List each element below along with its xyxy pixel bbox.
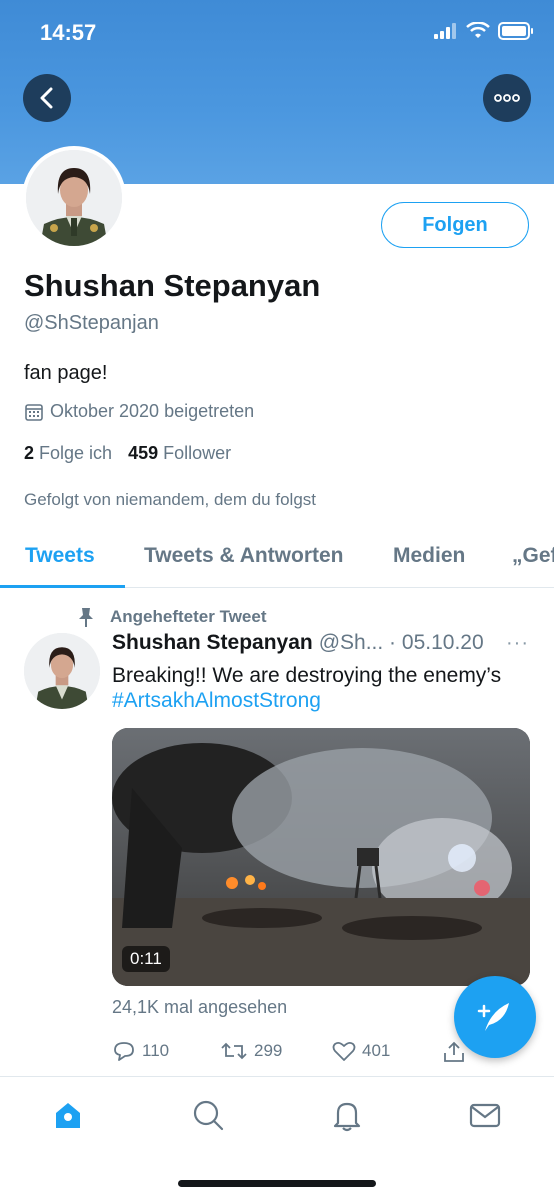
view-count: 24,1K mal angesehen	[112, 997, 288, 1017]
follow-stats: 2 Folge ich 459 Follower	[24, 443, 231, 464]
tweet-avatar[interactable]	[24, 633, 100, 709]
nav-messages[interactable]	[467, 1097, 503, 1133]
tweet-hashtag[interactable]: #ArtsakhAlmostStrong	[112, 689, 321, 713]
reply-button[interactable]: 110	[112, 1040, 169, 1062]
share-button[interactable]	[442, 1040, 466, 1064]
tweet-more-button[interactable]: ···	[506, 632, 529, 655]
video-duration: 0:11	[122, 946, 170, 972]
heart-icon	[332, 1041, 356, 1061]
home-indicator	[178, 1180, 376, 1187]
share-icon	[444, 1041, 464, 1062]
joined-date: Oktober 2020 beigetreten	[24, 401, 254, 422]
video-thumbnail	[112, 728, 530, 986]
more-options-button[interactable]	[483, 74, 531, 122]
profile-tabs: Tweets Tweets & Antworten Medien „Gef	[0, 530, 554, 588]
tweet-header: Shushan Stepanyan @Sh... · 05.10.20	[112, 631, 484, 655]
followers-label: Follower	[163, 443, 232, 463]
signal-icon	[434, 23, 456, 39]
chevron-left-icon	[40, 87, 53, 109]
profile-handle: @ShStepanjan	[24, 312, 159, 334]
calendar-icon	[25, 403, 43, 421]
following-link[interactable]: 2 Folge ich	[24, 443, 112, 464]
tweet-meta: @Sh... · 05.10.20	[318, 631, 484, 654]
retweet-count: 299	[254, 1041, 283, 1060]
like-count: 401	[362, 1041, 391, 1060]
tweet-author[interactable]: Shushan Stepanyan	[112, 631, 313, 655]
retweet-button[interactable]: 299	[220, 1040, 282, 1062]
notifications-icon	[333, 1102, 361, 1132]
retweet-icon	[221, 1042, 247, 1060]
following-count: 2	[24, 443, 35, 463]
search-icon	[193, 1100, 224, 1131]
compose-feather-icon	[477, 1003, 509, 1031]
reply-icon	[114, 1042, 134, 1061]
compose-tweet-button[interactable]	[454, 976, 536, 1058]
reply-count: 110	[142, 1041, 170, 1060]
battery-icon	[498, 22, 533, 40]
profile-bio: fan page!	[24, 362, 108, 384]
avatar-image	[24, 633, 100, 709]
home-icon	[56, 1103, 80, 1128]
followers-link[interactable]: 459 Follower	[128, 443, 231, 464]
following-label: Folge ich	[39, 443, 113, 463]
followed-by-text: Gefolgt von niemandem, dem du folgst	[24, 490, 316, 509]
nav-home[interactable]	[50, 1097, 86, 1133]
pinned-tweet-label: Angehefteter Tweet	[76, 606, 267, 628]
more-horizontal-icon	[494, 94, 520, 102]
status-time: 14:57	[40, 20, 97, 45]
tweet-video[interactable]	[112, 728, 530, 986]
pinned-label: Angehefteter Tweet	[110, 607, 267, 626]
nav-search[interactable]	[190, 1097, 226, 1133]
pin-icon	[79, 608, 93, 627]
follow-button[interactable]: Folgen	[381, 202, 529, 248]
nav-notifications[interactable]	[329, 1097, 365, 1133]
tab-media[interactable]: Medien	[393, 544, 465, 568]
avatar-image	[26, 150, 122, 246]
messages-icon	[469, 1103, 501, 1128]
status-icons	[434, 22, 534, 40]
profile-avatar[interactable]	[22, 146, 126, 250]
tab-tweets-replies[interactable]: Tweets & Antworten	[144, 544, 344, 568]
active-tab-indicator	[0, 585, 125, 588]
followers-count: 459	[128, 443, 159, 463]
status-bar: 14:57	[0, 0, 554, 66]
tweet-text: Breaking!! We are destroying the enemy’s	[112, 664, 502, 687]
tweet-actions: 110 299 401	[112, 1040, 472, 1068]
joined-label: Oktober 2020 beigetreten	[50, 401, 255, 421]
tab-tweets[interactable]: Tweets	[25, 544, 95, 568]
wifi-icon	[466, 22, 490, 38]
tab-likes[interactable]: „Gef	[512, 544, 554, 568]
like-button[interactable]: 401	[332, 1040, 390, 1062]
back-button[interactable]	[23, 74, 71, 122]
profile-name: Shushan Stepanyan	[24, 268, 321, 303]
